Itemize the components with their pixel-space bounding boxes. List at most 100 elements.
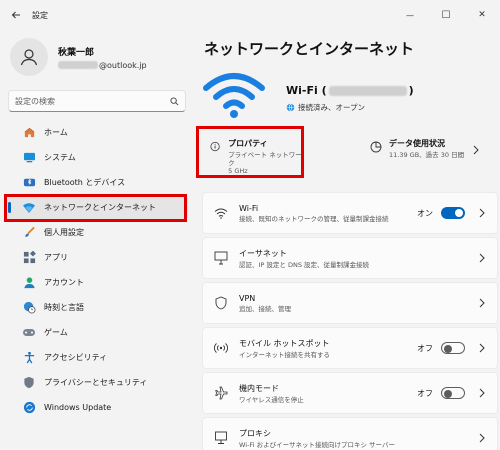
close-button[interactable]: ✕ (464, 0, 500, 30)
data-usage-card[interactable]: データ使用状況 11.39 GB、過去 30 日間 (362, 130, 498, 174)
nav-item-label: システム (44, 153, 76, 162)
row-title: イーサネット (239, 248, 287, 258)
nav-item-time-language[interactable]: 時刻と言語 (6, 295, 188, 320)
clock-globe-icon (22, 301, 36, 315)
main-content: ネットワークとインターネット Wi-Fi ( ) 接続済み、オープン プロパティ… (196, 30, 500, 450)
person-icon (20, 49, 38, 66)
settings-row-proxy[interactable]: プロキシ Wi-Fi およびイーサネット接続向けプロキシ サーバー (202, 417, 498, 450)
row-description: 追加、接続、管理 (239, 304, 291, 313)
hotspot-icon (213, 340, 229, 356)
nav-list: ホーム システム Bluetooth とデバイス ネットワークとインターネット … (0, 120, 196, 420)
wifi-status: 接続済み、オープン (286, 102, 365, 113)
nav-item-bluetooth[interactable]: Bluetooth とデバイス (6, 170, 188, 195)
highlight-box-properties (196, 126, 304, 178)
maximize-icon: ☐ (441, 9, 451, 21)
settings-row-ethernet[interactable]: イーサネット 認証、IP 設定と DNS 設定、従量制課金接続 (202, 237, 498, 279)
settings-row-vpn[interactable]: VPN 追加、接続、管理 (202, 282, 498, 324)
chevron-right-icon (479, 433, 485, 443)
data-usage-title: データ使用状況 (389, 139, 445, 148)
avatar (10, 38, 48, 76)
maximize-button[interactable]: ☐ (428, 0, 464, 30)
apps-icon (22, 251, 36, 265)
chevron-right-icon (479, 388, 485, 398)
nav-item-accessibility[interactable]: アクセシビリティ (6, 345, 188, 370)
profile-name: 秋葉一郎 (58, 47, 95, 58)
search-icon (170, 96, 179, 105)
nav-item-label: アカウント (44, 278, 84, 287)
nav-item-privacy[interactable]: プライバシーとセキュリティ (6, 370, 188, 395)
nav-item-accounts[interactable]: アカウント (6, 270, 188, 295)
nav-item-label: Bluetooth とデバイス (44, 178, 126, 187)
chevron-right-icon (479, 253, 485, 263)
shield-icon (22, 376, 36, 390)
minimize-button[interactable]: — (392, 0, 428, 30)
chevron-right-icon (473, 145, 479, 155)
app-title: 設定 (32, 10, 48, 20)
nav-item-gaming[interactable]: ゲーム (6, 320, 188, 345)
wifi-name-prefix: Wi-Fi ( (286, 84, 327, 97)
profile-email: @outlook.jp (58, 61, 147, 70)
globe-icon (286, 103, 295, 112)
wifi-status-text: 接続済み、オープン (298, 103, 366, 112)
chevron-right-icon (479, 343, 485, 353)
chevron-right-icon (479, 298, 485, 308)
data-usage-detail: 11.39 GB、過去 30 日間 (389, 151, 465, 159)
nav-item-label: プライバシーとセキュリティ (44, 378, 148, 387)
settings-row-mobile-hotspot[interactable]: モバイル ホットスポット インターネット接続を共有する オフ (202, 327, 498, 369)
search-box[interactable] (8, 90, 186, 112)
email-domain: @outlook.jp (99, 60, 147, 70)
search-input[interactable] (15, 96, 170, 106)
toggle-state-label: オン (417, 208, 433, 218)
vpn-shield-icon (213, 295, 229, 311)
back-button[interactable] (2, 1, 30, 29)
ethernet-icon (213, 250, 229, 266)
nav-item-label: ホーム (44, 128, 68, 137)
monitor-icon (22, 151, 36, 165)
row-description: インターネット接続を共有する (239, 350, 330, 359)
nav-item-label: アプリ (44, 253, 68, 262)
pie-chart-icon (370, 141, 382, 153)
chevron-right-icon (479, 208, 485, 218)
wifi-toggle[interactable] (441, 207, 465, 219)
mobile-hotspot-toggle[interactable] (441, 342, 465, 354)
row-title: Wi-Fi (239, 203, 259, 213)
row-title: VPN (239, 293, 256, 303)
sidebar: 秋葉一郎 @outlook.jp ホーム システム Bluetooth とデバイ… (0, 30, 196, 450)
highlight-box-active-nav (4, 194, 187, 222)
row-description: 認証、IP 設定と DNS 設定、従量制課金接続 (239, 260, 370, 269)
title-bar: 設定 — ☐ ✕ (0, 0, 500, 30)
brush-icon (22, 226, 36, 240)
proxy-icon (213, 430, 229, 446)
wifi-icon (213, 205, 229, 221)
airplane-icon (213, 385, 229, 401)
gamepad-icon (22, 326, 36, 340)
wifi-large-icon (202, 70, 266, 120)
settings-row-airplane-mode[interactable]: 機内モード ワイヤレス通信を停止 オフ (202, 372, 498, 414)
nav-item-personalization[interactable]: 個人用設定 (6, 220, 188, 245)
airplane-mode-toggle[interactable] (441, 387, 465, 399)
nav-item-label: Windows Update (44, 403, 112, 412)
wifi-name-suffix: ) (408, 84, 414, 97)
nav-item-windows-update[interactable]: Windows Update (6, 395, 188, 420)
accessibility-icon (22, 351, 36, 365)
home-icon (22, 126, 36, 140)
ssid-redacted (328, 85, 407, 96)
nav-item-system[interactable]: システム (6, 145, 188, 170)
user-profile[interactable]: 秋葉一郎 @outlook.jp (10, 38, 147, 76)
row-description: ワイヤレス通信を停止 (239, 395, 304, 404)
wifi-network-name: Wi-Fi ( ) (286, 84, 414, 97)
account-icon (22, 276, 36, 290)
bluetooth-icon (22, 176, 36, 190)
settings-row-wifi[interactable]: Wi-Fi 接続、既知のネットワークの管理、従量制課金接続 オン (202, 192, 498, 234)
row-title: プロキシ (239, 428, 271, 438)
nav-item-apps[interactable]: アプリ (6, 245, 188, 270)
toggle-state-label: オフ (417, 343, 433, 353)
nav-item-home[interactable]: ホーム (6, 120, 188, 145)
row-description: 接続、既知のネットワークの管理、従量制課金接続 (239, 214, 389, 223)
back-arrow-icon (11, 11, 20, 19)
minimize-icon: — (406, 10, 414, 20)
toggle-state-label: オフ (417, 388, 433, 398)
row-description: Wi-Fi およびイーサネット接続向けプロキシ サーバー (239, 440, 395, 449)
close-icon: ✕ (478, 10, 486, 20)
email-redacted (58, 61, 98, 69)
